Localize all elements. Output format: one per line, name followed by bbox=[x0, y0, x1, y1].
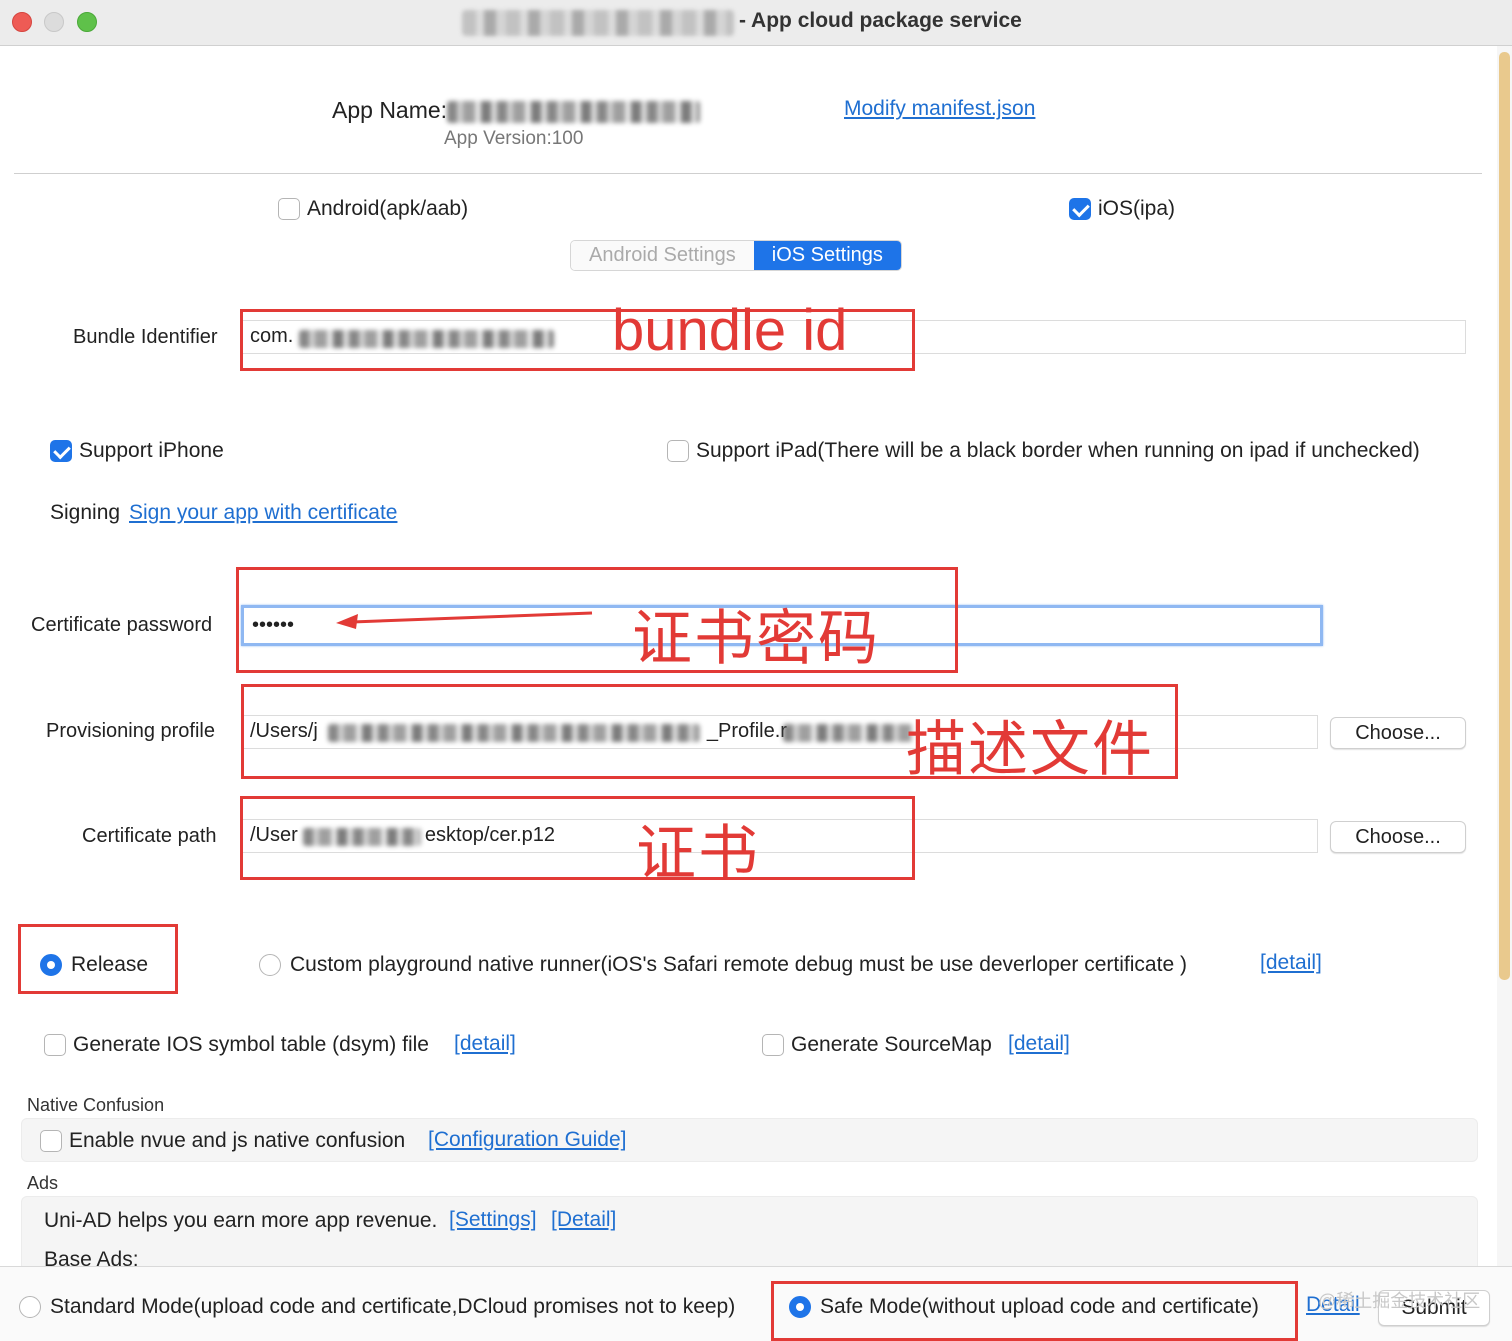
annotation-bundle-id: bundle id bbox=[612, 298, 848, 363]
native-confusion-heading: Native Confusion bbox=[27, 1095, 165, 1115]
standard-mode-label: Standard Mode(upload code and certificat… bbox=[50, 1295, 736, 1318]
dsym-checkbox[interactable] bbox=[44, 1034, 66, 1056]
native-confusion-label: Enable nvue and js native confusion bbox=[69, 1129, 406, 1152]
sourcemap-label: Generate SourceMap bbox=[791, 1033, 992, 1056]
sign-app-certificate-link[interactable]: Sign your app with certificate bbox=[129, 501, 397, 525]
annotation-cert: 证书 bbox=[636, 819, 760, 889]
safe-mode-label: Safe Mode(without upload code and certif… bbox=[820, 1295, 1259, 1318]
signing-label: Signing bbox=[50, 501, 121, 524]
annotation-cert-password: 证书密码 bbox=[632, 604, 880, 674]
window-title: - App cloud package service bbox=[739, 9, 1022, 32]
ads-text: Uni-AD helps you earn more app revenue. bbox=[44, 1209, 438, 1232]
custom-runner-label: Custom playground native runner(iOS's Sa… bbox=[290, 953, 1187, 976]
zoom-window-button[interactable] bbox=[77, 12, 97, 32]
configuration-guide-link[interactable]: [Configuration Guide] bbox=[428, 1128, 626, 1152]
provisioning-profile-label: Provisioning profile bbox=[46, 720, 215, 742]
settings-tabs: Android Settings iOS Settings bbox=[570, 240, 902, 271]
annotation-arrow-icon bbox=[336, 611, 593, 629]
ads-group bbox=[21, 1196, 1478, 1271]
annotation-profile: 描述文件 bbox=[906, 715, 1154, 785]
ios-checkbox[interactable] bbox=[1069, 198, 1091, 220]
dsym-detail-link[interactable]: [detail] bbox=[454, 1032, 516, 1056]
android-checkbox[interactable] bbox=[278, 198, 300, 220]
certificate-password-label: Certificate password bbox=[31, 614, 213, 636]
scrollbar-thumb[interactable] bbox=[1499, 52, 1510, 980]
dsym-label: Generate IOS symbol table (dsym) file bbox=[73, 1033, 429, 1056]
release-label: Release bbox=[71, 953, 149, 976]
native-confusion-checkbox[interactable] bbox=[40, 1130, 62, 1152]
bundle-identifier-label: Bundle Identifier bbox=[73, 326, 218, 348]
ads-heading: Ads bbox=[27, 1173, 59, 1193]
redacted-project-name bbox=[462, 10, 734, 36]
annotation-box-cert bbox=[240, 796, 915, 880]
app-name-label: App Name: bbox=[332, 97, 448, 123]
ads-detail-link[interactable]: [Detail] bbox=[551, 1208, 616, 1232]
choose-profile-button[interactable]: Choose... bbox=[1330, 717, 1466, 749]
tab-ios-settings[interactable]: iOS Settings bbox=[753, 241, 901, 270]
tab-android-settings[interactable]: Android Settings bbox=[571, 241, 754, 270]
support-ipad-checkbox[interactable] bbox=[667, 440, 689, 462]
safe-mode-radio[interactable] bbox=[789, 1296, 811, 1318]
custom-runner-radio[interactable] bbox=[259, 954, 281, 976]
window-titlebar: - App cloud package service bbox=[0, 0, 1512, 46]
certificate-path-label: Certificate path bbox=[82, 825, 217, 847]
custom-runner-detail-link[interactable]: [detail] bbox=[1260, 951, 1322, 975]
modify-manifest-link[interactable]: Modify manifest.json bbox=[844, 97, 1035, 121]
minimize-window-button[interactable] bbox=[44, 12, 64, 32]
android-label: Android(apk/aab) bbox=[307, 197, 469, 220]
release-radio[interactable] bbox=[40, 954, 62, 976]
support-ipad-label: Support iPad(There will be a black borde… bbox=[696, 439, 1420, 462]
support-iphone-label: Support iPhone bbox=[79, 439, 224, 462]
support-iphone-checkbox[interactable] bbox=[50, 440, 72, 462]
close-window-button[interactable] bbox=[12, 12, 32, 32]
app-version: App Version:100 bbox=[444, 128, 584, 149]
watermark: @稀土掘金技术社区 bbox=[1318, 1291, 1481, 1311]
standard-mode-radio[interactable] bbox=[19, 1296, 41, 1318]
sourcemap-checkbox[interactable] bbox=[762, 1034, 784, 1056]
ads-settings-link[interactable]: [Settings] bbox=[449, 1208, 537, 1232]
ios-label: iOS(ipa) bbox=[1098, 197, 1176, 220]
redacted-app-name bbox=[447, 101, 700, 123]
choose-certificate-button[interactable]: Choose... bbox=[1330, 821, 1466, 853]
header-divider bbox=[14, 173, 1482, 174]
sourcemap-detail-link[interactable]: [detail] bbox=[1008, 1032, 1070, 1056]
